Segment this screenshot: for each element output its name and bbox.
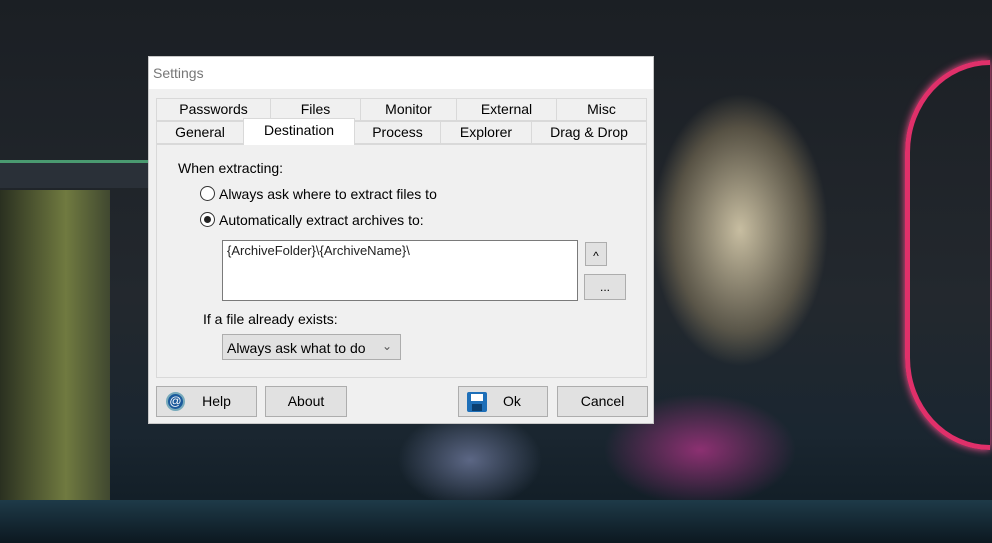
background-building: [0, 190, 110, 500]
file-exists-value: Always ask what to do: [227, 340, 366, 356]
tab-monitor[interactable]: Monitor: [360, 98, 457, 121]
help-label: Help: [202, 393, 231, 409]
radio-label[interactable]: Always ask where to extract files to: [219, 186, 437, 202]
background-water: [0, 500, 992, 543]
help-button[interactable]: @ Help: [156, 386, 257, 417]
save-disk-icon: [467, 392, 487, 412]
tab-general[interactable]: General: [156, 121, 244, 144]
radio-button[interactable]: [200, 186, 215, 201]
about-button[interactable]: About: [265, 386, 347, 417]
browse-button[interactable]: ...: [584, 274, 626, 300]
radio-button-selected[interactable]: [200, 212, 215, 227]
ok-button[interactable]: Ok: [458, 386, 548, 417]
radio-label[interactable]: Automatically extract archives to:: [219, 212, 424, 228]
destination-path-input[interactable]: {ArchiveFolder}\{ArchiveName}\: [222, 240, 578, 301]
help-at-icon: @: [166, 392, 185, 411]
dialog-title: Settings: [149, 57, 653, 89]
background-skypark: [0, 160, 150, 188]
tab-external[interactable]: External: [456, 98, 557, 121]
chevron-down-icon: ⌄: [381, 339, 392, 353]
destination-panel: When extracting: Always ask where to ext…: [156, 144, 647, 378]
move-up-button[interactable]: ^: [585, 242, 607, 266]
tab-drag-drop[interactable]: Drag & Drop: [531, 121, 647, 144]
tab-misc[interactable]: Misc: [556, 98, 647, 121]
settings-dialog: Settings Passwords Files Monitor Externa…: [148, 56, 654, 424]
tab-explorer[interactable]: Explorer: [440, 121, 532, 144]
file-exists-label: If a file already exists:: [203, 311, 338, 327]
tab-destination[interactable]: Destination: [243, 118, 355, 145]
file-exists-select[interactable]: Always ask what to do ⌄: [222, 334, 401, 360]
cancel-button[interactable]: Cancel: [557, 386, 648, 417]
tab-process[interactable]: Process: [354, 121, 441, 144]
when-extracting-label: When extracting:: [178, 160, 284, 176]
ok-label: Ok: [503, 393, 521, 409]
background-ferris-wheel: [905, 60, 990, 450]
